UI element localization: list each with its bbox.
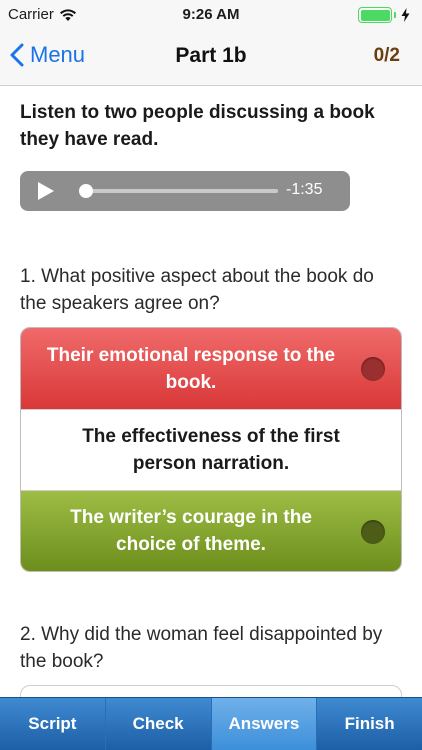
status-bar: Carrier 9:26 AM xyxy=(0,0,422,30)
tab-answers[interactable]: Answers xyxy=(210,698,317,750)
audio-scrubber-thumb[interactable] xyxy=(78,184,93,198)
answer-option-label: Their emotional response to the book. xyxy=(46,344,336,393)
charging-icon xyxy=(401,8,410,22)
battery-icon xyxy=(358,7,410,23)
answer-option-wrong[interactable]: Their emotional response to the book. xyxy=(21,328,401,409)
score-counter: 0/2 xyxy=(373,45,400,66)
tab-finish[interactable]: Finish xyxy=(316,698,422,750)
answer-group-1: Their emotional response to the book. Th… xyxy=(20,327,402,572)
tab-check[interactable]: Check xyxy=(104,698,211,750)
audio-time-remaining: -1:35 xyxy=(286,181,323,198)
answer-option-correct[interactable]: The writer’s courage in the choice of th… xyxy=(21,490,401,571)
answer-group-2-preview[interactable] xyxy=(20,685,402,697)
answer-option-label: The writer’s courage in the choice of th… xyxy=(70,507,312,555)
content-scroll-area[interactable]: Listen to two people discussing a book t… xyxy=(0,87,422,697)
correct-indicator-icon xyxy=(361,520,385,544)
audio-progress-track[interactable] xyxy=(82,189,278,193)
question-2-text: 2. Why did the woman feel disappointed b… xyxy=(20,624,383,672)
tab-script[interactable]: Script xyxy=(0,698,105,750)
audio-player: -1:35 xyxy=(20,171,350,211)
play-icon[interactable] xyxy=(38,182,54,200)
page-title: Part 1b xyxy=(175,44,247,67)
question-1-text: 1. What positive aspect about the book d… xyxy=(20,266,374,314)
bottom-tab-bar: Script Check Answers Finish xyxy=(0,697,422,750)
answer-option-label: The effectiveness of the first person na… xyxy=(82,426,340,474)
instruction-text: Listen to two people discussing a book t… xyxy=(20,102,375,150)
answer-option-neutral[interactable]: The effectiveness of the first person na… xyxy=(21,409,401,490)
wrong-indicator-icon xyxy=(361,357,385,381)
navigation-bar: Menu Part 1b 0/2 xyxy=(0,30,422,86)
